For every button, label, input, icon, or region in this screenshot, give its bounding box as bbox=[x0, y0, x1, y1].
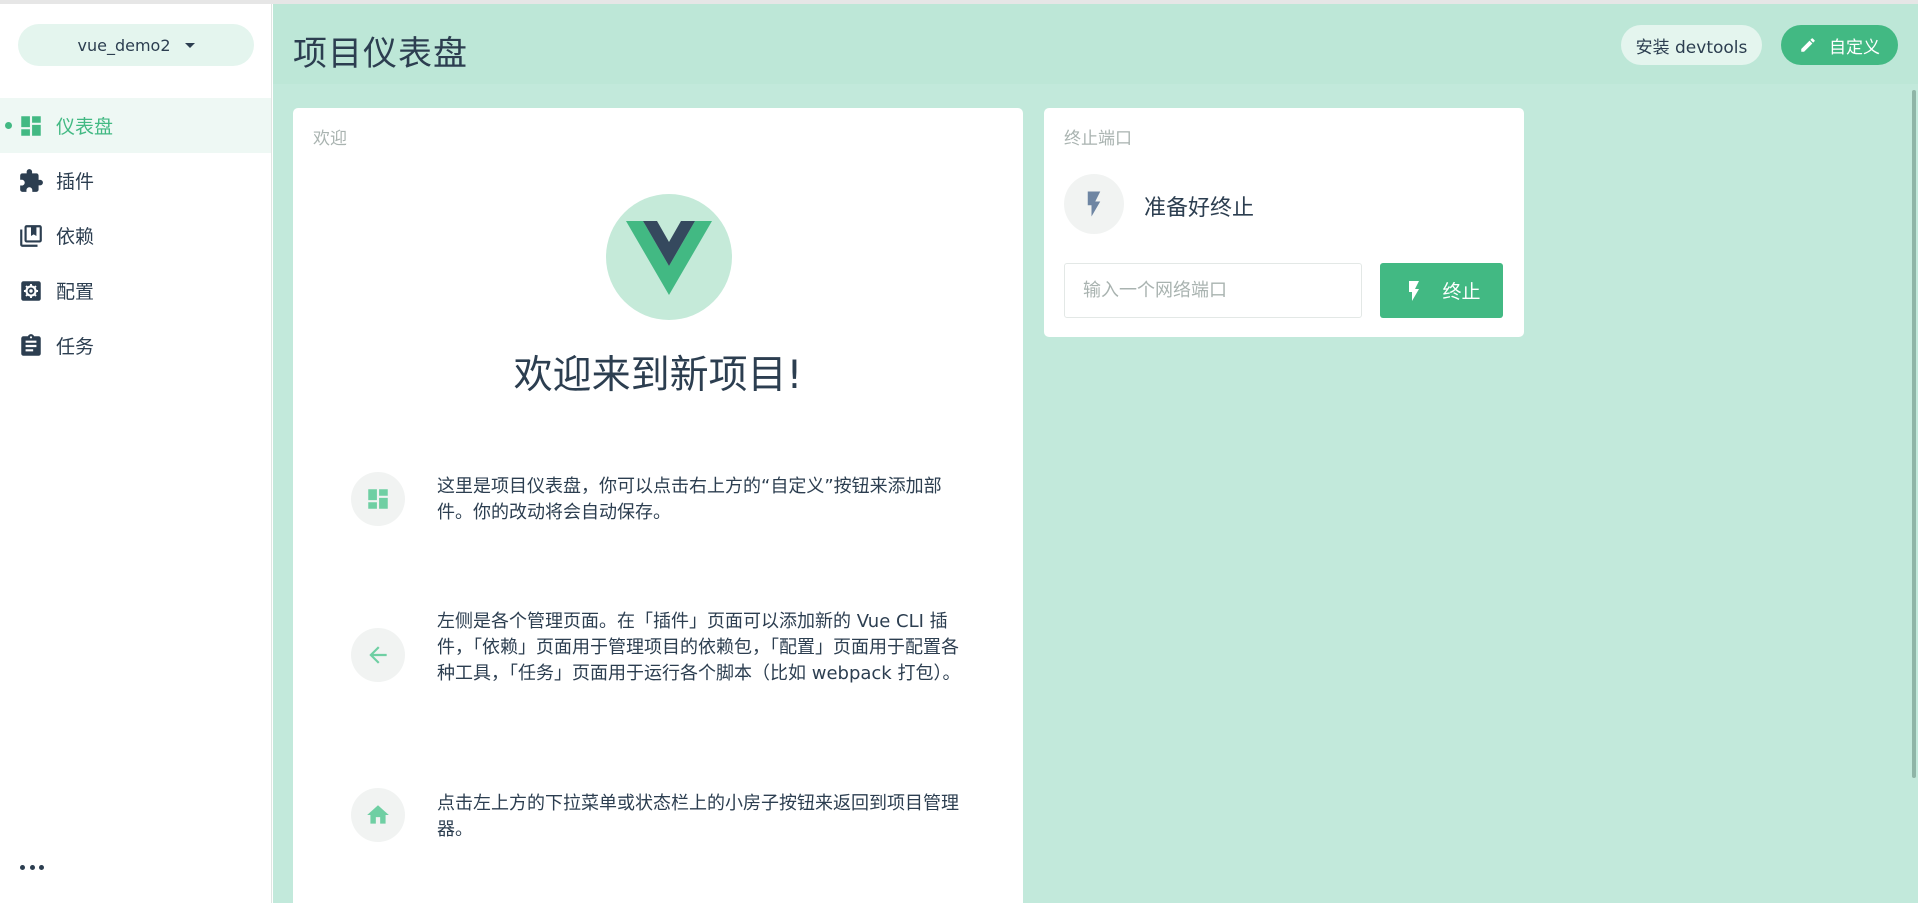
tip-text: 点击左上方的下拉菜单或状态栏上的小房子按钮来返回到项目管理器。 bbox=[437, 793, 959, 840]
pencil-icon bbox=[1801, 38, 1815, 52]
sidebar-item-dashboard[interactable]: 仪表盘 bbox=[0, 98, 271, 153]
settings-box-icon bbox=[18, 278, 44, 304]
dashboard-icon bbox=[18, 113, 44, 139]
welcome-widget-title: 欢迎 bbox=[313, 129, 347, 149]
clipboard-icon bbox=[18, 333, 44, 359]
sidebar-item-label: 配置 bbox=[56, 281, 95, 303]
project-name: vue_demo2 bbox=[77, 35, 171, 55]
install-devtools-button[interactable]: 安装 devtools bbox=[1621, 25, 1762, 65]
active-indicator-dot bbox=[5, 122, 12, 129]
scrollbar[interactable] bbox=[1912, 90, 1916, 778]
main-content: 项目仪表盘 安装 devtools 自定义 欢迎 欢迎来到新项目! 这里是项目仪… bbox=[273, 4, 1918, 908]
tip-text: 左侧是各个管理页面。在「插件」页面可以添加新的 Vue CLI 插件，「依赖」页… bbox=[437, 611, 961, 684]
kill-button-label: 终止 bbox=[1442, 281, 1481, 303]
more-horiz-icon[interactable] bbox=[20, 859, 44, 875]
home-icon bbox=[351, 788, 405, 842]
welcome-heading: 欢迎来到新项目! bbox=[513, 353, 803, 398]
dashboard-icon bbox=[351, 472, 405, 526]
kill-status-text: 准备好终止 bbox=[1144, 196, 1255, 221]
app-window: vue_demo2 仪表盘 插件 依赖 配置 任务 项目仪表盘 安装 devto… bbox=[0, 0, 1918, 908]
kill-port-widget: 终止端口 准备好终止 终止 bbox=[1044, 108, 1524, 337]
welcome-widget: 欢迎 欢迎来到新项目! 这里是项目仪表盘，你可以点击右上方的“自定义”按钮来添加… bbox=[293, 108, 1023, 908]
sidebar-item-plugins[interactable]: 插件 bbox=[0, 153, 271, 208]
library-books-icon bbox=[18, 223, 44, 249]
flash-icon bbox=[1064, 174, 1124, 234]
sidebar-item-label: 仪表盘 bbox=[56, 116, 114, 138]
flash-icon bbox=[1409, 280, 1420, 301]
customize-button[interactable]: 自定义 bbox=[1781, 25, 1898, 65]
sidebar-item-tasks[interactable]: 任务 bbox=[0, 318, 271, 373]
tip-text: 这里是项目仪表盘，你可以点击右上方的“自定义”按钮来添加部件。你的改动将会自动保… bbox=[437, 476, 942, 523]
puzzle-icon bbox=[18, 168, 44, 194]
sidebar-item-label: 依赖 bbox=[56, 226, 95, 248]
sidebar-nav: 仪表盘 插件 依赖 配置 任务 bbox=[0, 98, 271, 373]
customize-label: 自定义 bbox=[1829, 37, 1880, 58]
install-devtools-label: 安装 devtools bbox=[1635, 37, 1748, 58]
sidebar-item-configuration[interactable]: 配置 bbox=[0, 263, 271, 318]
port-input[interactable] bbox=[1064, 263, 1362, 318]
arrow-back-icon bbox=[351, 628, 405, 682]
sidebar-item-dependencies[interactable]: 依赖 bbox=[0, 208, 271, 263]
page-title: 项目仪表盘 bbox=[293, 34, 468, 74]
header-bar: 项目仪表盘 安装 devtools 自定义 bbox=[273, 4, 1918, 84]
vue-logo bbox=[606, 194, 732, 320]
kill-button[interactable]: 终止 bbox=[1380, 263, 1503, 318]
project-switcher-dropdown[interactable]: vue_demo2 bbox=[18, 24, 254, 66]
sidebar: vue_demo2 仪表盘 插件 依赖 配置 任务 bbox=[0, 4, 272, 903]
sidebar-item-label: 插件 bbox=[56, 171, 95, 193]
sidebar-item-label: 任务 bbox=[56, 336, 95, 358]
caret-down-icon bbox=[184, 42, 195, 48]
kill-port-widget-title: 终止端口 bbox=[1064, 129, 1132, 149]
